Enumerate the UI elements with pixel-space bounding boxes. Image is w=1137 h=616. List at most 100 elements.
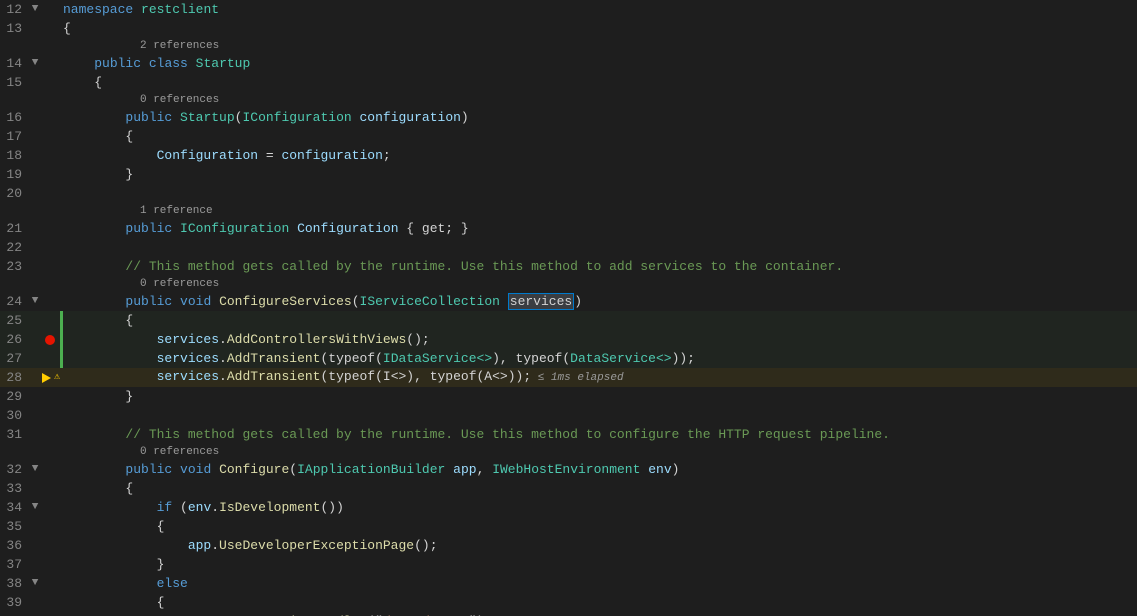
code-line: 16 public Startup(IConfiguration configu… <box>0 108 1137 127</box>
code-line: 18 Configuration = configuration; <box>0 146 1137 165</box>
param-token: env <box>648 462 671 477</box>
elapsed-label: ≤ 1ms elapsed <box>531 372 623 384</box>
code-content: services.AddControllersWithViews(); <box>63 330 1137 349</box>
code-content: else <box>63 574 1137 593</box>
method-token: AddTransient <box>227 351 321 366</box>
type-token: IConfiguration <box>242 110 351 125</box>
code-content: // This method gets called by the runtim… <box>63 257 1137 276</box>
fold-indicator[interactable]: ▼ <box>28 574 42 593</box>
editor: 12▼namespace restclient13{2 references14… <box>0 0 1137 616</box>
line-number: 20 <box>0 184 28 203</box>
prop-token: services <box>157 332 219 347</box>
line-number: 40 <box>0 612 28 616</box>
kw-token: void <box>180 294 211 309</box>
code-content: services.AddTransient(typeof(I<>), typeo… <box>63 367 1137 388</box>
fold-indicator[interactable]: ▼ <box>28 0 42 19</box>
class-token: Startup <box>180 110 235 125</box>
method-token: ConfigureServices <box>219 294 352 309</box>
punct-token: . <box>219 369 227 384</box>
line-number: 34 <box>0 498 28 517</box>
punct-token: ( <box>352 294 360 309</box>
line-number: 31 <box>0 425 28 444</box>
ref-label: 1 reference <box>0 203 1137 219</box>
punct-token: (); <box>414 538 437 553</box>
line-number: 33 <box>0 479 28 498</box>
line-number: 18 <box>0 146 28 165</box>
plain-token: ( <box>172 500 188 515</box>
line-number: 13 <box>0 19 28 38</box>
kw-token: void <box>180 462 211 477</box>
code-content: app.UseExceptionHandler("/Home/Error"); <box>63 612 1137 616</box>
plain-token <box>141 56 149 71</box>
punct-token: (); <box>406 332 429 347</box>
line-number: 28 <box>0 368 28 387</box>
code-line: 17 { <box>0 127 1137 146</box>
line-number: 12 <box>0 0 28 19</box>
code-line: 23 // This method gets called by the run… <box>0 257 1137 276</box>
code-content: Configuration = configuration; <box>63 146 1137 165</box>
punct-token: { <box>157 595 165 610</box>
line-number: 24 <box>0 292 28 311</box>
kw-token: class <box>149 56 188 71</box>
code-content: app.UseDeveloperExceptionPage(); <box>63 536 1137 555</box>
punct-token: ( <box>289 462 297 477</box>
prop-token: Configuration <box>157 148 258 163</box>
punct-token: ) <box>672 462 680 477</box>
punct-token: )); <box>672 351 695 366</box>
plain-token <box>172 294 180 309</box>
line-number: 27 <box>0 349 28 368</box>
fold-indicator[interactable]: ▼ <box>28 460 42 479</box>
plain-token <box>188 56 196 71</box>
ref-label: 0 references <box>0 444 1137 460</box>
param-token: app <box>188 538 211 553</box>
line-number: 21 <box>0 219 28 238</box>
code-line: 22 <box>0 238 1137 257</box>
ref-label: 2 references <box>0 38 1137 54</box>
plain-token <box>211 462 219 477</box>
fold-indicator[interactable]: ▼ <box>28 54 42 73</box>
type-token: IDataService<> <box>383 351 492 366</box>
method-token: UseDeveloperExceptionPage <box>219 538 414 553</box>
line-number: 23 <box>0 257 28 276</box>
code-content: { <box>63 479 1137 498</box>
code-content: public IConfiguration Configuration { ge… <box>63 219 1137 238</box>
param-token: env <box>188 500 211 515</box>
prop-token: services <box>157 369 219 384</box>
code-content: namespace restclient <box>63 0 1137 19</box>
code-line: 27 services.AddTransient(typeof(IDataSer… <box>0 349 1137 368</box>
method-token: IsDevelopment <box>219 500 320 515</box>
code-line: 12▼ namespace restclient <box>0 0 1137 19</box>
plain-token <box>172 110 180 125</box>
punct-token: { <box>125 313 133 328</box>
code-content: } <box>63 387 1137 406</box>
fold-indicator[interactable]: ▼ <box>28 292 42 311</box>
type-token: IConfiguration <box>180 221 289 236</box>
line-number: 25 <box>0 311 28 330</box>
param-token: app <box>453 462 476 477</box>
arrow-icon <box>42 373 51 383</box>
code-line: 30 <box>0 406 1137 425</box>
line-number: 26 <box>0 330 28 349</box>
plain-token: typeof( <box>508 351 570 366</box>
kw-token: public <box>125 221 172 236</box>
comment-token: // This method gets called by the runtim… <box>125 259 843 274</box>
plain-token: { get; } <box>399 221 469 236</box>
code-line: 36 app.UseDeveloperExceptionPage(); <box>0 536 1137 555</box>
code-content: { <box>63 127 1137 146</box>
code-line: 13{ <box>0 19 1137 38</box>
plain-token <box>211 294 219 309</box>
code-content: { <box>63 517 1137 536</box>
code-line: 40 app.UseExceptionHandler("/Home/Error"… <box>0 612 1137 616</box>
punct-token: . <box>211 500 219 515</box>
code-content: if (env.IsDevelopment()) <box>63 498 1137 517</box>
punct-token: { <box>125 481 133 496</box>
line-number: 39 <box>0 593 28 612</box>
kw-token: public <box>125 294 172 309</box>
ref-label: 0 references <box>0 92 1137 108</box>
code-content: public void Configure(IApplicationBuilde… <box>63 460 1137 479</box>
fold-indicator[interactable]: ▼ <box>28 498 42 517</box>
class-token: Startup <box>196 56 251 71</box>
kw-token: public <box>125 110 172 125</box>
code-content: services.AddTransient(typeof(IDataServic… <box>63 349 1137 368</box>
method-token: AddTransient <box>227 369 321 384</box>
